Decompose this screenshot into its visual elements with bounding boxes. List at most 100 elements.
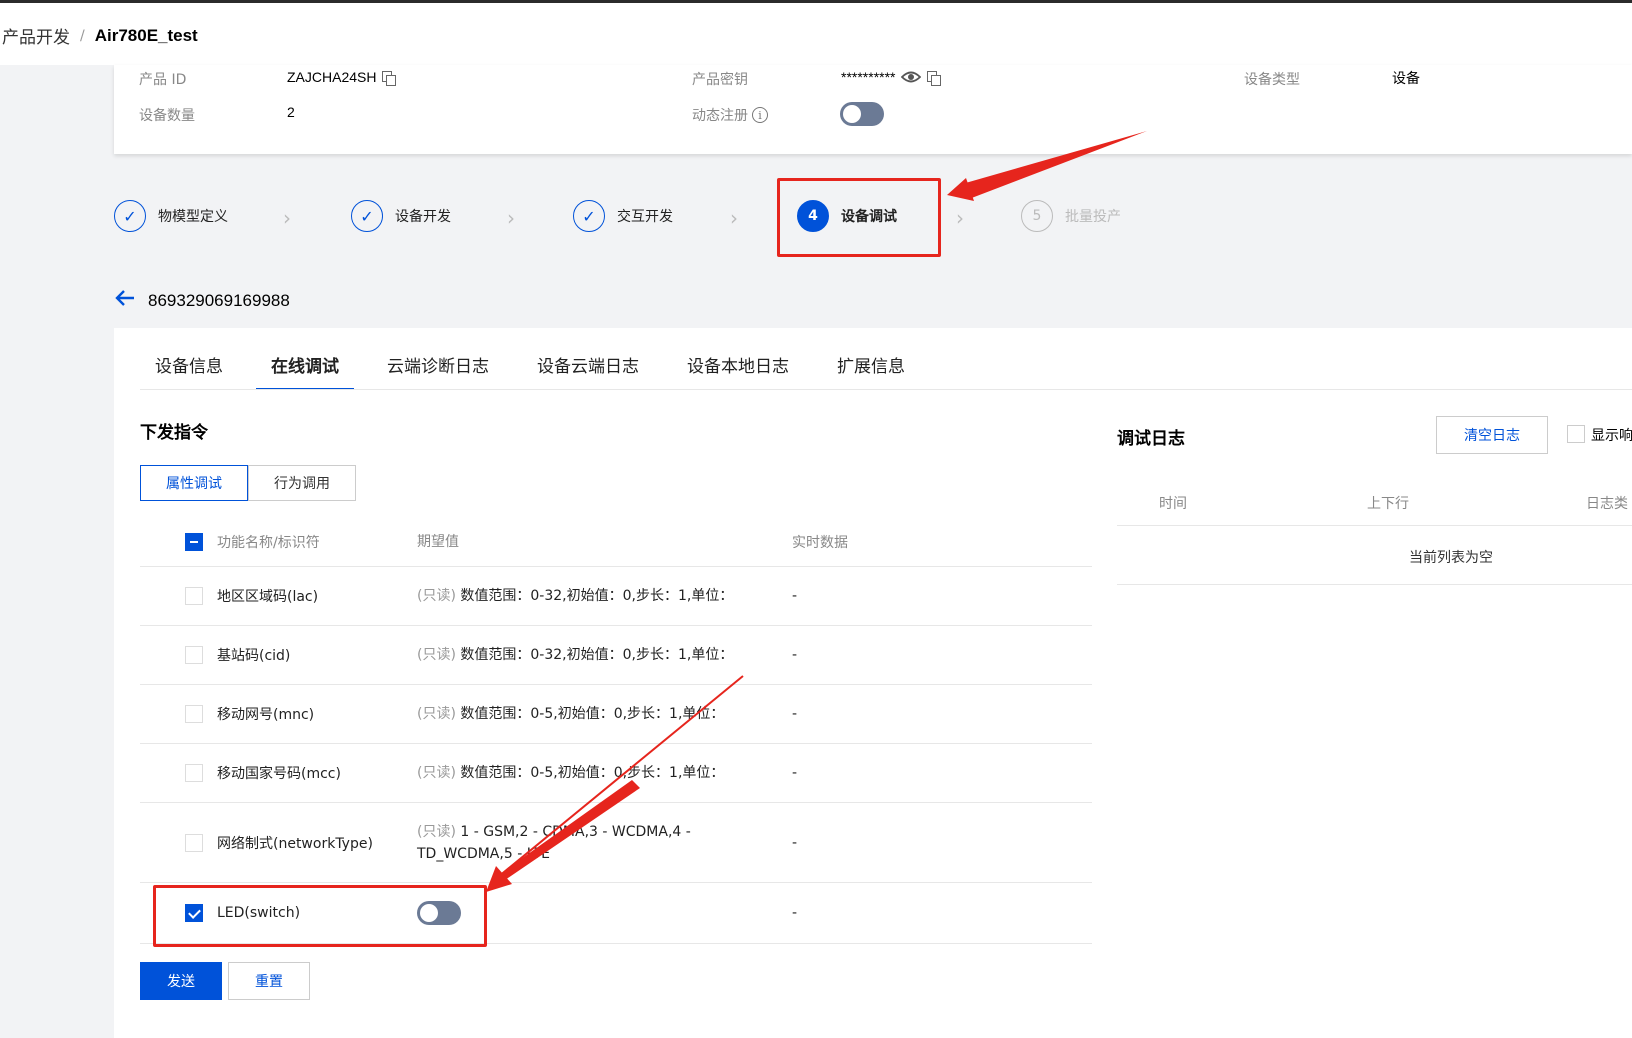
property-desc: 数值范围：0-5,初始值：0,步长：1,单位： bbox=[455, 765, 725, 781]
product-key-value: ********** bbox=[841, 69, 942, 86]
chevron-right-icon: › bbox=[283, 206, 291, 230]
product-id-label: 产品 ID bbox=[139, 72, 187, 88]
device-count-value: 2 bbox=[287, 104, 295, 120]
reset-button[interactable]: 重置 bbox=[228, 962, 310, 1000]
product-key-label: 产品密钥 bbox=[692, 72, 748, 88]
property-realtime: - bbox=[792, 647, 798, 663]
log-empty-text: 当前列表为空 bbox=[1409, 550, 1493, 566]
readonly-tag: (只读) bbox=[417, 706, 456, 722]
device-type-label: 设备类型 bbox=[1244, 72, 1300, 88]
device-id: 869329069169988 bbox=[148, 291, 290, 310]
table-row: 网络制式(networkType) (只读) 1 - GSM,2 - CDMA,… bbox=[140, 803, 1092, 883]
tab-online-debug[interactable]: 在线调试 bbox=[256, 352, 354, 390]
row-checkbox[interactable] bbox=[185, 705, 203, 723]
segment-property-debug[interactable]: 属性调试 bbox=[140, 465, 248, 501]
dynamic-reg-toggle[interactable] bbox=[840, 102, 884, 126]
breadcrumb-separator: / bbox=[80, 27, 85, 44]
chevron-right-icon: › bbox=[956, 206, 964, 230]
property-realtime: - bbox=[792, 706, 798, 722]
property-name: 地区区域码(lac) bbox=[217, 589, 319, 605]
property-name: 网络制式(networkType) bbox=[217, 835, 373, 852]
debug-mode-segment: 属性调试 行为调用 bbox=[140, 465, 356, 501]
property-desc: 1 - GSM,2 - CDMA,3 - WCDMA,4 - bbox=[455, 823, 691, 840]
select-all-checkbox[interactable] bbox=[185, 532, 203, 551]
property-desc: 数值范围：0-32,初始值：0,步长：1,单位： bbox=[455, 588, 734, 604]
row-checkbox[interactable] bbox=[185, 587, 203, 605]
property-expected: (只读) 1 - GSM,2 - CDMA,3 - WCDMA,4 - TD_WC… bbox=[417, 821, 691, 865]
check-icon: ✓ bbox=[573, 200, 605, 232]
table-row: 地区区域码(lac) (只读) 数值范围：0-32,初始值：0,步长：1,单位：… bbox=[140, 567, 1092, 626]
debug-log-title: 调试日志 bbox=[1117, 429, 1185, 449]
breadcrumb-parent-link[interactable]: 产品开发 bbox=[2, 23, 70, 48]
table-header: 功能名称/标识符 期望值 实时数据 bbox=[140, 517, 1092, 567]
readonly-tag: (只读) bbox=[417, 588, 456, 604]
property-realtime: - bbox=[792, 834, 798, 851]
col-realtime-header: 实时数据 bbox=[792, 534, 848, 551]
property-realtime: - bbox=[792, 765, 798, 781]
product-id-text: ZAJCHA24SH bbox=[287, 69, 377, 85]
readonly-tag: (只读) bbox=[417, 765, 456, 781]
show-response-checkbox[interactable] bbox=[1567, 425, 1585, 443]
step-device-dev[interactable]: ✓ 设备开发 bbox=[351, 200, 451, 232]
step-mass-production[interactable]: 5 批量投产 bbox=[1021, 200, 1121, 232]
segment-action-call[interactable]: 行为调用 bbox=[248, 465, 356, 501]
property-realtime: - bbox=[792, 905, 798, 921]
back-arrow-icon[interactable] bbox=[114, 288, 136, 314]
annotation-box-step bbox=[777, 178, 941, 257]
property-name: 移动国家号码(mcc) bbox=[217, 766, 341, 782]
property-desc: 数值范围：0-32,初始值：0,步长：1,单位： bbox=[455, 647, 734, 663]
table-row: 移动网号(mnc) (只读) 数值范围：0-5,初始值：0,步长：1,单位： - bbox=[140, 685, 1092, 744]
col-name-header: 功能名称/标识符 bbox=[217, 534, 320, 551]
property-expected: (只读) 数值范围：0-32,初始值：0,步长：1,单位： bbox=[417, 585, 733, 607]
property-desc-cont: TD_WCDMA,5 - LTE bbox=[417, 845, 550, 862]
tab-device-local-log[interactable]: 设备本地日志 bbox=[672, 352, 804, 390]
check-icon: ✓ bbox=[114, 200, 146, 232]
tab-divider bbox=[140, 389, 1632, 390]
step-label: 交互开发 bbox=[617, 209, 673, 225]
show-response-label: 显示响 bbox=[1591, 428, 1632, 444]
chevron-right-icon: › bbox=[730, 206, 738, 230]
property-name: 移动网号(mnc) bbox=[217, 707, 315, 723]
table-row: 移动国家号码(mcc) (只读) 数值范围：0-5,初始值：0,步长：1,单位：… bbox=[140, 744, 1092, 803]
row-checkbox[interactable] bbox=[185, 646, 203, 664]
annotation-arrow-step-head bbox=[947, 178, 974, 201]
eye-icon[interactable] bbox=[901, 70, 922, 84]
breadcrumb-current: Air780E_test bbox=[94, 25, 198, 45]
log-table-header: 时间 上下行 日志类 bbox=[1117, 478, 1632, 526]
step-interaction-dev[interactable]: ✓ 交互开发 bbox=[573, 200, 673, 232]
copy-icon[interactable] bbox=[382, 70, 397, 86]
property-desc: 数值范围：0-5,初始值：0,步长：1,单位： bbox=[455, 706, 725, 722]
tab-cloud-diagnostics[interactable]: 云端诊断日志 bbox=[372, 352, 504, 390]
log-empty-state: 当前列表为空 bbox=[1117, 527, 1632, 585]
tab-device-cloud-log[interactable]: 设备云端日志 bbox=[522, 352, 654, 390]
copy-icon[interactable] bbox=[927, 70, 942, 86]
row-checkbox[interactable] bbox=[185, 833, 203, 852]
property-expected: (只读) 数值范围：0-5,初始值：0,步长：1,单位： bbox=[417, 703, 724, 725]
info-icon[interactable]: i bbox=[752, 107, 768, 123]
col-expected-header: 期望值 bbox=[417, 533, 459, 550]
property-expected: (只读) 数值范围：0-32,初始值：0,步长：1,单位： bbox=[417, 644, 733, 666]
clear-log-button[interactable]: 清空日志 bbox=[1436, 416, 1548, 454]
log-col-time: 时间 bbox=[1159, 496, 1187, 512]
log-col-type: 日志类 bbox=[1586, 496, 1628, 512]
check-icon: ✓ bbox=[351, 200, 383, 232]
device-count-label: 设备数量 bbox=[139, 108, 195, 124]
readonly-tag: (只读) bbox=[417, 647, 456, 663]
row-checkbox[interactable] bbox=[185, 764, 203, 782]
log-col-direction: 上下行 bbox=[1367, 496, 1409, 512]
product-key-text: ********** bbox=[841, 69, 896, 85]
tab-device-info[interactable]: 设备信息 bbox=[140, 352, 238, 390]
send-button[interactable]: 发送 bbox=[140, 962, 222, 1000]
tab-bar: 设备信息 在线调试 云端诊断日志 设备云端日志 设备本地日志 扩展信息 bbox=[140, 352, 938, 390]
tab-extension-info[interactable]: 扩展信息 bbox=[822, 352, 920, 390]
device-type-value: 设备 bbox=[1392, 70, 1420, 86]
dynamic-reg-label-text: 动态注册 bbox=[692, 108, 748, 124]
step-label: 批量投产 bbox=[1065, 209, 1121, 225]
step-thing-model[interactable]: ✓ 物模型定义 bbox=[114, 200, 228, 232]
dynamic-reg-label: 动态注册 i bbox=[692, 105, 768, 125]
property-table: 功能名称/标识符 期望值 实时数据 地区区域码(lac) (只读) 数值范围：0… bbox=[140, 517, 1092, 944]
step-label: 设备开发 bbox=[395, 209, 451, 225]
step-number-badge: 5 bbox=[1021, 200, 1053, 232]
annotation-box-led bbox=[153, 885, 487, 947]
step-label: 物模型定义 bbox=[158, 209, 228, 225]
